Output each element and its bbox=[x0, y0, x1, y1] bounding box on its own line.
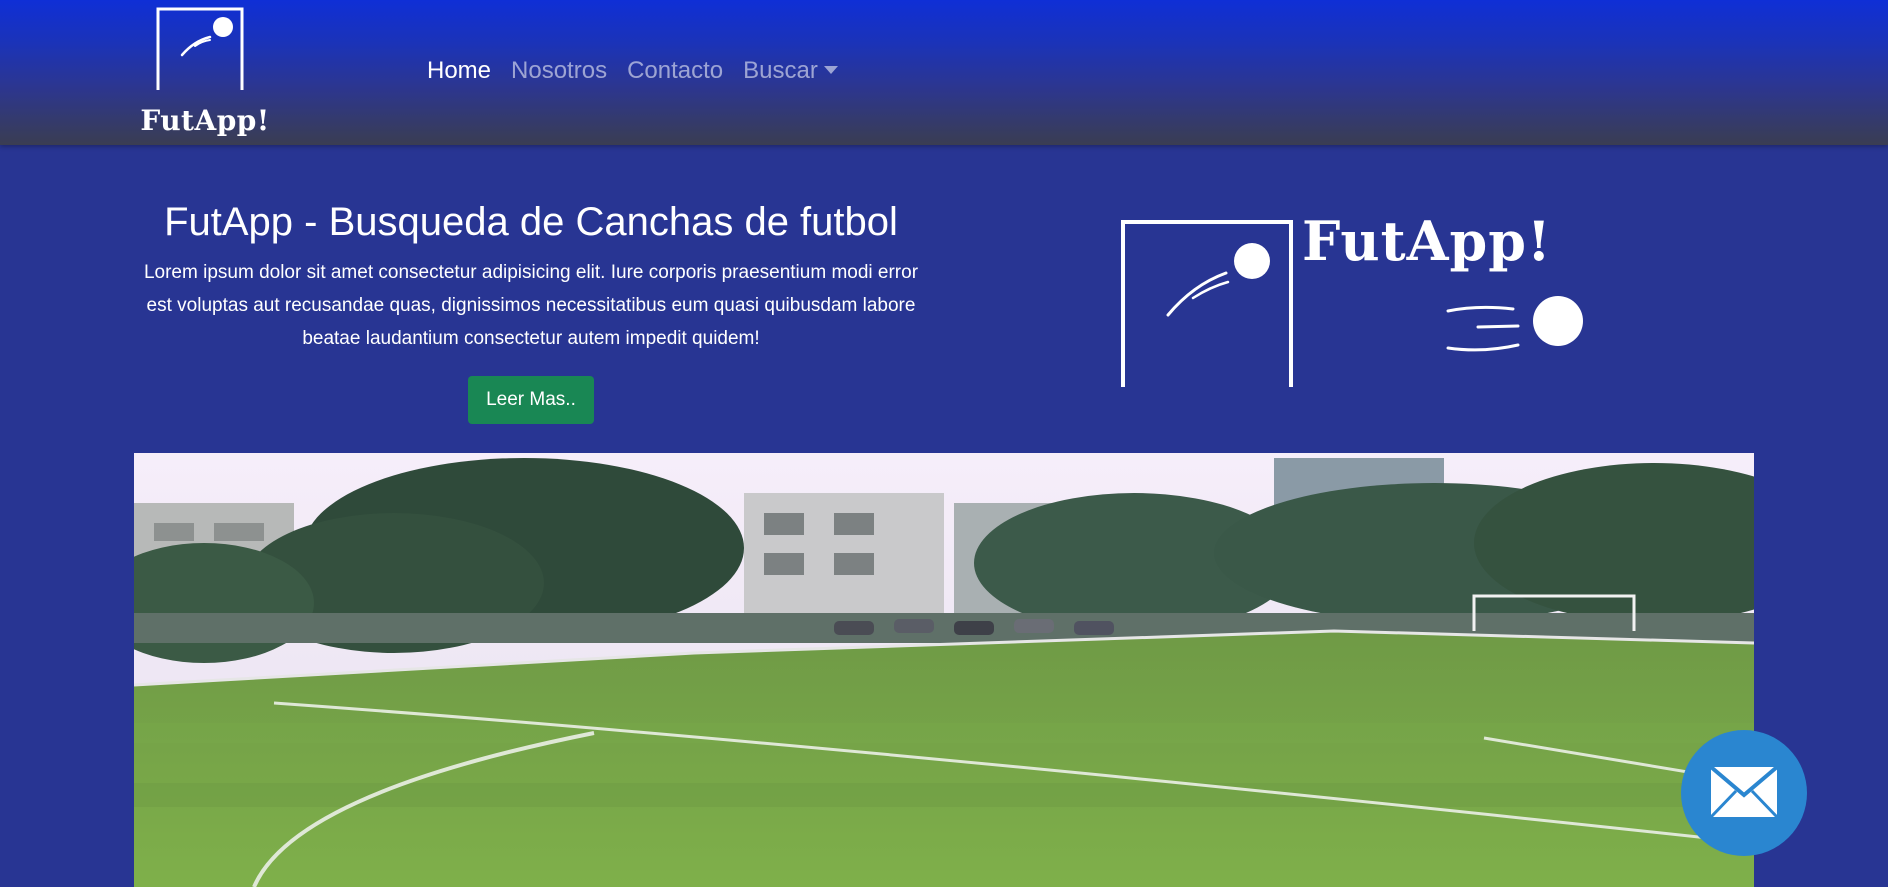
read-more-button[interactable]: Leer Mas.. bbox=[468, 376, 594, 424]
hero-description: Lorem ipsum dolor sit amet consectetur a… bbox=[143, 262, 919, 349]
hero-section: FutApp - Busqueda de Canchas de futbol L… bbox=[133, 196, 929, 355]
nav-home[interactable]: Home bbox=[427, 54, 501, 88]
main-nav: Home Nosotros Contacto Buscar bbox=[427, 54, 848, 88]
mail-icon bbox=[1709, 765, 1779, 819]
soccer-field-image bbox=[134, 453, 1754, 887]
field-photo bbox=[134, 453, 1754, 887]
chevron-down-icon bbox=[823, 66, 838, 74]
nav-buscar-label: Buscar bbox=[743, 57, 818, 84]
hero-logo-text: FutApp! bbox=[1302, 209, 1552, 273]
navbar: FutApp! Home Nosotros Contacto Buscar bbox=[0, 0, 1888, 145]
nav-buscar-dropdown[interactable]: Buscar bbox=[733, 54, 848, 88]
nav-nosotros[interactable]: Nosotros bbox=[501, 54, 617, 88]
brand-logo-link[interactable]: FutApp! bbox=[132, 6, 278, 138]
brand-name: FutApp! bbox=[140, 104, 270, 137]
hero-title: FutApp - Busqueda de Canchas de futbol bbox=[164, 200, 898, 244]
nav-contacto[interactable]: Contacto bbox=[617, 54, 733, 88]
floating-mail-button[interactable] bbox=[1681, 730, 1807, 856]
hero-logo: FutApp! bbox=[1118, 209, 1588, 390]
